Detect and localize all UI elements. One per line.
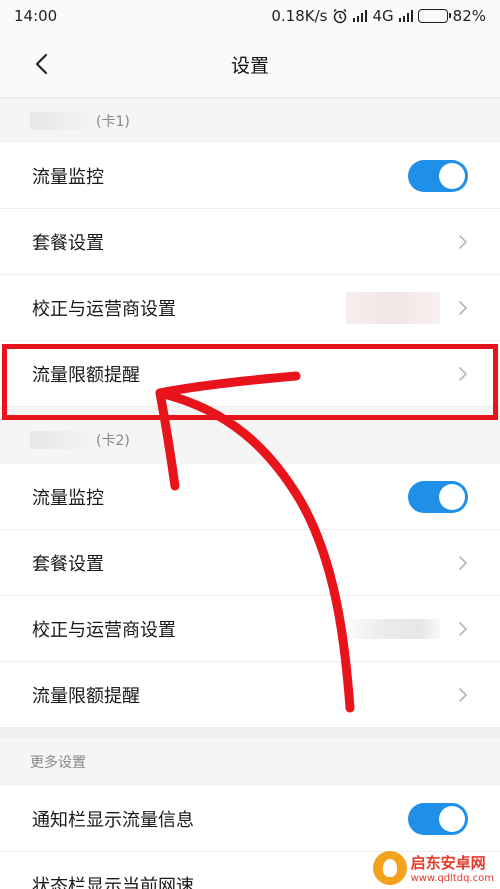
chevron-right-icon [458,555,468,570]
sim1-data-limit-row[interactable]: 流量限额提醒 [0,341,500,407]
sim1-data-monitor-row[interactable]: 流量监控 [0,143,500,209]
row-label: 套餐设置 [32,553,104,575]
sim2-plan-settings-row[interactable]: 套餐设置 [0,530,500,596]
sim2-data-limit-row[interactable]: 流量限额提醒 [0,662,500,728]
watermark-name: 启东安卓网 [410,854,486,872]
more-section-label: 更多设置 [0,738,500,786]
more-label: 更多设置 [30,755,86,771]
row-label: 流量监控 [32,487,104,509]
sim2-section-label: (卡2) [0,418,500,462]
row-label: 流量监控 [32,166,104,188]
sim2-data-monitor-row[interactable]: 流量监控 [0,464,500,530]
chevron-right-icon [458,621,468,636]
notification-data-info-row[interactable]: 通知栏显示流量信息 [0,786,500,852]
sim2-data-monitor-toggle[interactable] [408,480,468,513]
sim1-calibration-row[interactable]: 校正与运营商设置 [0,275,500,341]
sim1-section-label: (卡1) [0,99,500,143]
sim2-calibration-row[interactable]: 校正与运营商设置 [0,596,500,662]
row-label: 套餐设置 [32,232,104,254]
signal-icon-2 [398,10,413,22]
notification-data-info-toggle[interactable] [408,802,468,835]
watermark-text: 启东安卓网 www.qdltdq.com [411,852,494,884]
chevron-right-icon [458,366,468,381]
row-label: 流量限额提醒 [32,364,140,386]
chevron-right-icon [458,300,468,315]
network-speed: 0.18K/s [271,7,328,25]
sim1-plan-settings-row[interactable]: 套餐设置 [0,209,500,275]
chevron-right-icon [458,687,468,702]
status-bar: 14:00 0.18K/s 4G 82% [0,0,500,32]
battery-icon [417,9,451,23]
signal-icon [353,10,368,22]
status-icons: 0.18K/s 4G 82% [271,7,486,25]
watermark-logo-icon [372,851,407,885]
header: 设置 [0,32,500,98]
status-time: 14:00 [14,7,58,25]
redacted-carrier-value [340,618,440,639]
redacted-carrier-name [30,431,94,449]
alarm-icon [333,8,348,24]
row-label: 流量限额提醒 [32,685,140,707]
back-icon[interactable] [30,52,54,76]
battery-percent: 82% [452,7,486,25]
network-type: 4G [372,7,394,25]
page-title: 设置 [230,55,269,77]
sim2-label: (卡2) [96,433,130,449]
chevron-right-icon [458,234,468,249]
watermark: 启东安卓网 www.qdltdq.com [372,851,494,885]
sim1-data-monitor-toggle[interactable] [408,159,468,192]
redacted-carrier-value [346,291,440,324]
sim1-label: (卡1) [96,114,130,130]
section-divider [0,728,500,738]
row-label: 校正与运营商设置 [32,298,176,320]
row-label: 校正与运营商设置 [32,619,176,641]
watermark-url: www.qdltdq.com [410,873,494,884]
row-label: 通知栏显示流量信息 [32,809,194,831]
redacted-carrier-name [30,112,94,130]
